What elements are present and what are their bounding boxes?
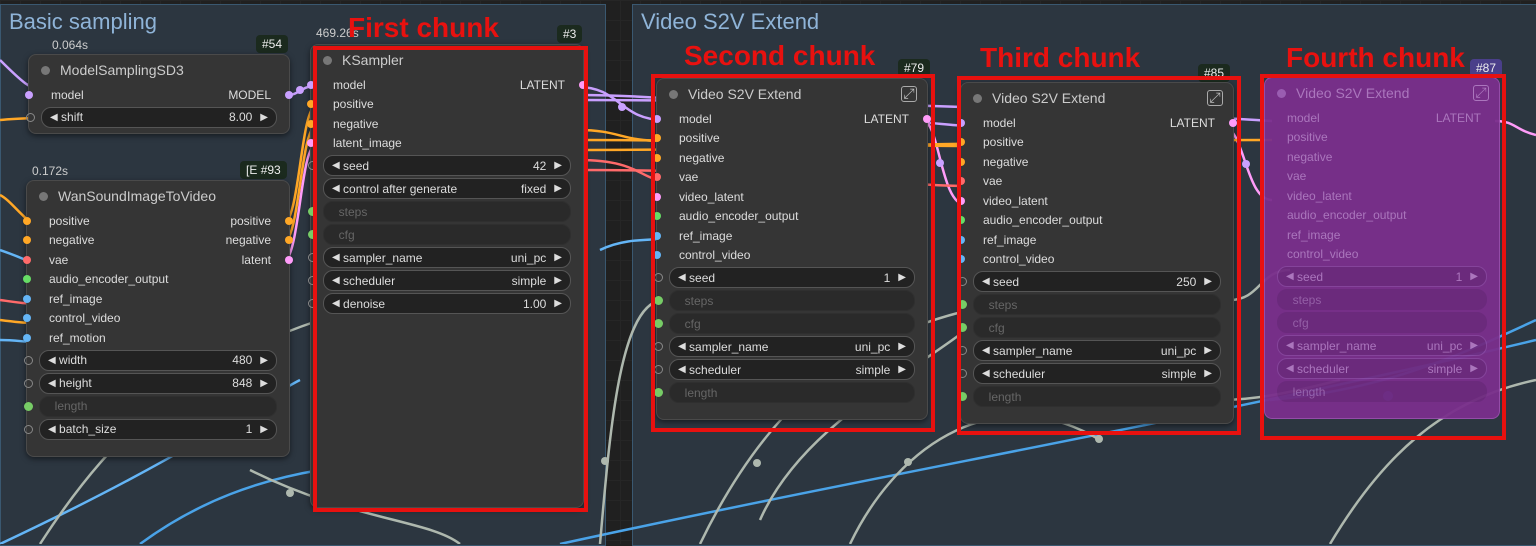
decrement-arrow[interactable]: ◀: [50, 112, 58, 123]
batch-size-widget[interactable]: ◀ batch_size 1 ▶: [24, 418, 277, 440]
node-header[interactable]: WanSoundImageToVideo: [27, 181, 289, 211]
node-header[interactable]: ModelSamplingSD3: [29, 55, 289, 85]
timing-label: 0.172s: [32, 164, 69, 178]
node-title: WanSoundImageToVideo: [58, 188, 216, 204]
input-vae[interactable]: vae latent: [23, 250, 293, 270]
input-control-video[interactable]: control_video: [23, 309, 289, 329]
annotation-box-first: [313, 46, 588, 512]
input-ref-image[interactable]: ref_image: [23, 289, 289, 309]
node-title: ModelSamplingSD3: [60, 62, 184, 78]
timing-label: 0.064s: [52, 38, 89, 52]
node-id-badge: #3: [557, 25, 583, 43]
annotation-box-third: [957, 76, 1241, 435]
node-id-badge: [E #93: [240, 161, 287, 179]
node-model-sampling-sd3[interactable]: ModelSamplingSD3 model MODEL ◀ shift 8.0…: [25, 54, 293, 134]
height-widget[interactable]: ◀ height 848 ▶: [24, 372, 277, 394]
annotation-box-second: [651, 74, 935, 432]
input-negative[interactable]: negative negative: [23, 231, 293, 251]
input-positive[interactable]: positive positive: [23, 211, 293, 231]
annotation-label-second: Second chunk: [684, 40, 876, 71]
output-socket[interactable]: [285, 90, 293, 99]
width-widget[interactable]: ◀ width 480 ▶: [24, 349, 277, 371]
node-wan-sound-image-to-video[interactable]: WanSoundImageToVideo positive positive ne…: [23, 180, 293, 457]
length-widget[interactable]: length: [24, 395, 277, 417]
collapse-dot[interactable]: [41, 65, 50, 75]
input-model[interactable]: model MODEL: [25, 85, 293, 105]
collapse-dot[interactable]: [39, 191, 48, 201]
annotation-label-fourth: Fourth chunk: [1286, 42, 1465, 73]
annotation-label-first: First chunk: [348, 12, 499, 43]
input-ref-motion[interactable]: ref_motion: [23, 328, 289, 348]
shift-widget[interactable]: ◀ shift 8.00 ▶: [26, 106, 277, 128]
increment-arrow[interactable]: ▶: [260, 112, 268, 123]
input-socket[interactable]: [25, 90, 33, 99]
node-id-badge: #54: [256, 35, 289, 53]
annotation-box-fourth: [1260, 74, 1506, 440]
annotation-label-third: Third chunk: [980, 42, 1141, 73]
input-audio-encoder-output[interactable]: audio_encoder_output: [23, 270, 289, 290]
